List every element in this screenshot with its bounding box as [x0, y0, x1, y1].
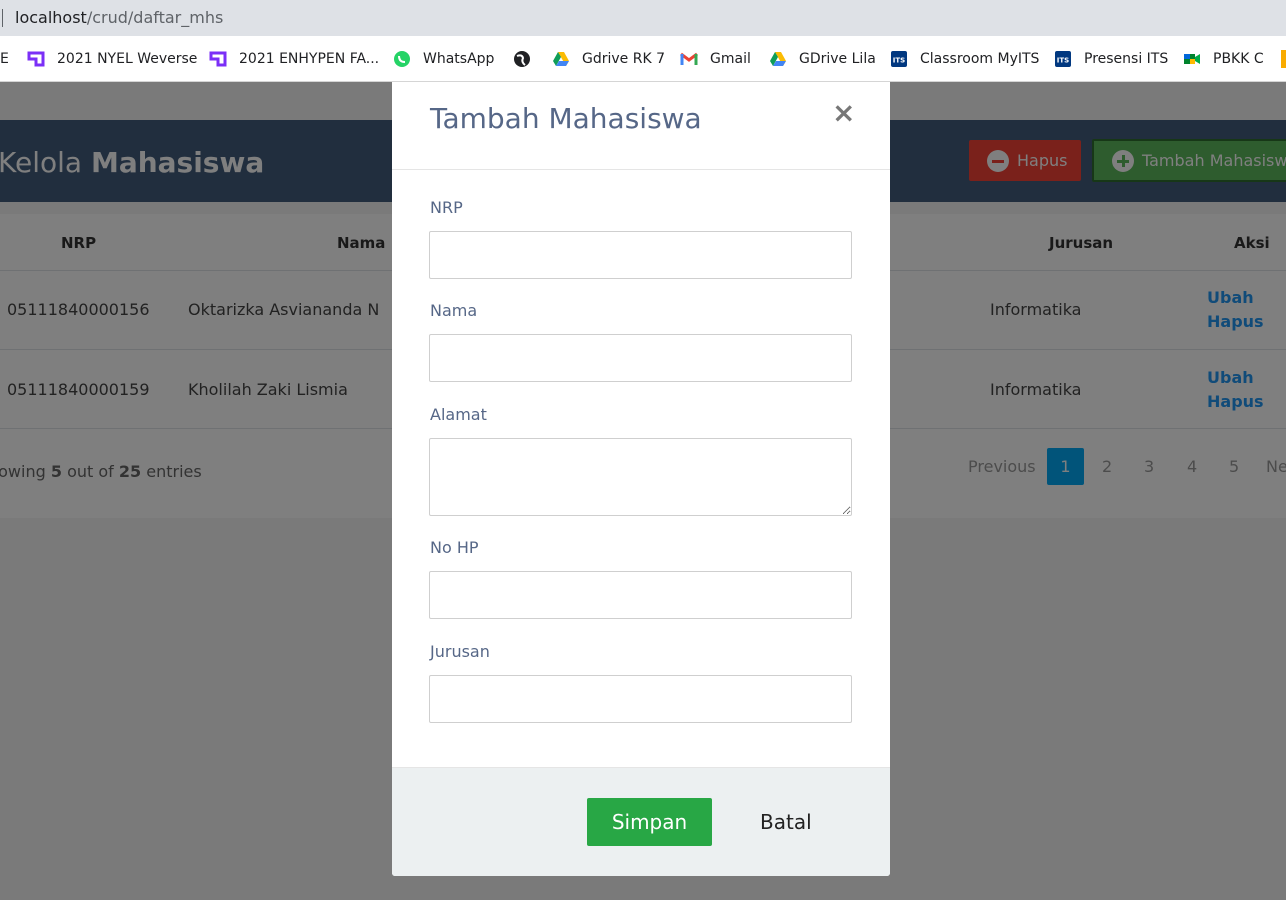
bookmark-enhypen[interactable]: 2021 ENHYPEN FA...	[209, 49, 379, 69]
url-path: /crud/daftar_mhs	[86, 8, 224, 27]
bookmark-nyel-weverse[interactable]: 2021 NYEL Weverse	[27, 49, 197, 69]
bookmark-label: 2021 ENHYPEN FA...	[239, 51, 380, 67]
svg-text:ITS: ITS	[1057, 57, 1069, 65]
bookmark-pbkk-c[interactable]: PBKK C	[1183, 49, 1264, 69]
add-student-modal: Tambah Mahasiswa × NRP Nama Alamat No HP…	[392, 82, 890, 876]
alamat-label: Alamat	[430, 405, 487, 424]
bookmark-label: Classroom MyITS	[920, 51, 1040, 67]
nohp-input[interactable]	[429, 571, 852, 619]
bookmark-globe[interactable]	[513, 49, 543, 69]
nohp-label: No HP	[430, 538, 479, 557]
bookmark-label: E	[0, 51, 9, 67]
bookmark-e[interactable]: E	[0, 49, 9, 69]
nama-label: Nama	[430, 301, 478, 320]
bookmark-label: WhatsApp	[423, 51, 495, 67]
nama-input[interactable]	[429, 334, 852, 382]
alamat-textarea[interactable]	[429, 438, 852, 516]
bookmark-label: Gdrive RK 7	[582, 51, 665, 67]
google-meet-icon	[1184, 54, 1200, 64]
bookmark-label: PBKK C	[1213, 51, 1264, 67]
bookmark-label: Presensi ITS	[1084, 51, 1169, 67]
bookmark-whatsapp[interactable]: WhatsApp	[393, 49, 494, 69]
whatsapp-icon	[394, 51, 410, 67]
modal-header: Tambah Mahasiswa ×	[392, 82, 890, 170]
svg-text:ITS: ITS	[893, 57, 905, 65]
cancel-button[interactable]: Batal	[760, 810, 812, 834]
its-icon: ITS	[1055, 51, 1071, 67]
close-icon[interactable]: ×	[832, 98, 855, 128]
weverse-icon	[27, 51, 45, 67]
bookmark-gdrive-lila[interactable]: GDrive Lila	[769, 49, 876, 69]
bookmark-folder-icon[interactable]	[1281, 50, 1286, 68]
bookmark-classroom-myits[interactable]: ITS Classroom MyITS	[890, 49, 1039, 69]
address-bar[interactable]: localhost/crud/daftar_mhs	[0, 0, 1286, 36]
url-text[interactable]: localhost/crud/daftar_mhs	[15, 8, 223, 27]
jurusan-input[interactable]	[429, 675, 852, 723]
address-separator	[2, 9, 3, 27]
bookmark-label: Gmail	[710, 51, 751, 67]
weverse-icon	[209, 51, 227, 67]
nrp-label: NRP	[430, 198, 463, 217]
bookmark-label: 2021 NYEL Weverse	[57, 51, 198, 67]
its-icon: ITS	[891, 51, 907, 67]
google-drive-icon	[553, 52, 569, 66]
gmail-icon	[680, 52, 698, 65]
google-drive-icon	[770, 52, 786, 66]
globe-icon	[514, 51, 530, 67]
bookmark-gmail[interactable]: Gmail	[680, 49, 751, 69]
modal-footer: Simpan Batal	[392, 767, 890, 876]
bookmarks-bar: E 2021 NYEL Weverse 2021 ENHYPEN FA... W…	[0, 36, 1286, 82]
modal-title: Tambah Mahasiswa	[430, 102, 702, 135]
url-host: localhost	[15, 8, 87, 27]
save-button[interactable]: Simpan	[587, 798, 712, 846]
bookmark-presensi-its[interactable]: ITS Presensi ITS	[1054, 49, 1168, 69]
bookmark-gdrive-rk7[interactable]: Gdrive RK 7	[552, 49, 665, 69]
nrp-input[interactable]	[429, 231, 852, 279]
jurusan-label: Jurusan	[430, 642, 490, 661]
bookmark-label: GDrive Lila	[799, 51, 876, 67]
